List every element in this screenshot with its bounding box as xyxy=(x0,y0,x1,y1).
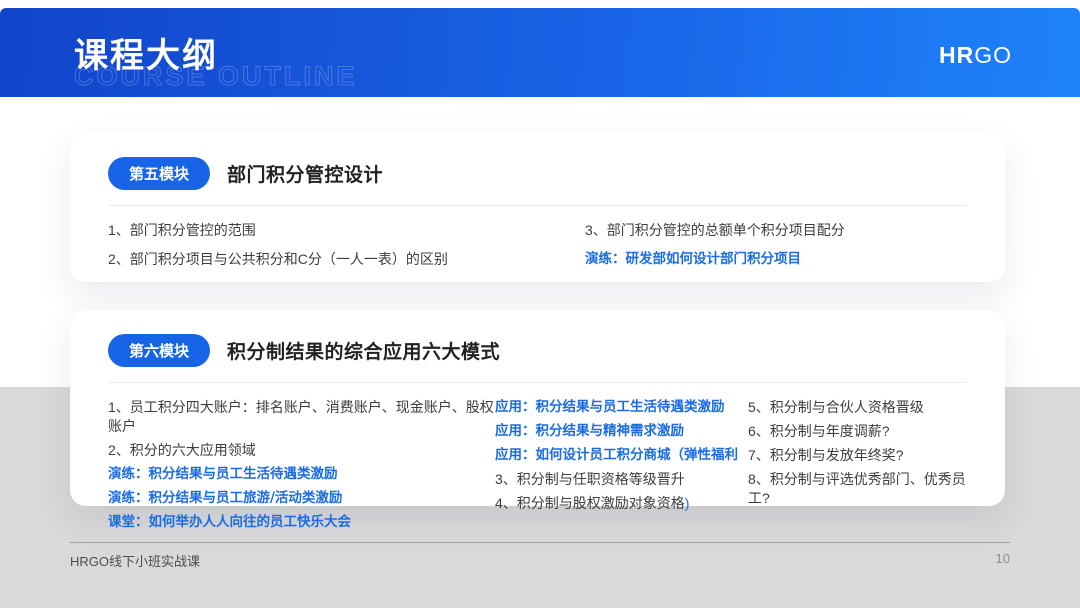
outline-item: 2、部门积分项目与公共积分和C分（一人一表）的区别 xyxy=(108,250,585,269)
footer-divider xyxy=(70,542,1010,543)
module-title: 积分制结果的综合应用六大模式 xyxy=(227,337,500,364)
logo-hr: HR xyxy=(939,42,974,68)
module-badge: 第六模块 xyxy=(108,334,210,367)
practice-note-item: 演练：积分结果与员工生活待遇类激励 xyxy=(108,465,495,484)
hrgo-logo: HRGO xyxy=(939,42,1012,69)
module-column-3: 5、积分制与合伙人资格晋级 6、积分制与年度调薪? 7、积分制与发放年终奖? 8、积分… xyxy=(748,398,967,537)
practice-note-item: 应用：如何设计员工积分商城（弹性福利 xyxy=(495,446,748,465)
footer-course-label: HRGO线下小班实战课 xyxy=(70,551,200,570)
outline-item: 7、积分制与发放年终奖? xyxy=(748,446,967,465)
module-column-1: 1、员工积分四大账户：排名账户、消费账户、现金账户、股权账户 2、积分的六大应用领… xyxy=(108,398,495,537)
module-badge: 第五模块 xyxy=(108,157,210,190)
outline-item: 4、积分制与股权激励对象资格) xyxy=(495,494,748,513)
module-columns: 1、员工积分四大账户：排名账户、消费账户、现金账户、股权账户 2、积分的六大应用领… xyxy=(108,398,967,537)
module-title: 部门积分管控设计 xyxy=(227,160,383,187)
page-number: 10 xyxy=(996,551,1010,566)
module-card-1: 第五模块部门积分管控设计 1、部门积分管控的范围 2、部门积分项目与公共积分和C分（… xyxy=(70,133,1005,282)
practice-note-item: 演练：研发部如何设计部门积分项目 xyxy=(585,250,967,269)
outline-item: 1、员工积分四大账户：排名账户、消费账户、现金账户、股权账户 xyxy=(108,398,495,436)
outline-item: 3、积分制与任职资格等级晋升 xyxy=(495,470,748,489)
module-card-header: 第六模块积分制结果的综合应用六大模式 xyxy=(108,334,967,367)
module-card-2: 第六模块积分制结果的综合应用六大模式 1、员工积分四大账户：排名账户、消费账户、现… xyxy=(70,310,1005,506)
logo-go: GO xyxy=(974,42,1012,68)
page-title: 课程大纲 xyxy=(74,28,218,77)
module-column-1: 1、部门积分管控的范围 2、部门积分项目与公共积分和C分（一人一表）的区别 xyxy=(108,221,585,279)
module-divider xyxy=(108,205,967,206)
outline-item: 6、积分制与年度调薪? xyxy=(748,422,967,441)
outline-item: 5、积分制与合伙人资格晋级 xyxy=(748,398,967,417)
module-divider xyxy=(108,382,967,383)
outline-item: 1、部门积分管控的范围 xyxy=(108,221,585,240)
module-card-header: 第五模块部门积分管控设计 xyxy=(108,157,967,190)
slide: COURSE OUTLINE 课程大纲 HRGO 第五模块部门积分管控设计 1、部… xyxy=(0,0,1080,608)
header-band: COURSE OUTLINE 课程大纲 HRGO xyxy=(0,8,1080,97)
module-columns: 1、部门积分管控的范围 2、部门积分项目与公共积分和C分（一人一表）的区别3、部门… xyxy=(108,221,967,279)
module-column-2: 3、部门积分管控的总额单个积分项目配分演练：研发部如何设计部门积分项目 xyxy=(585,221,967,279)
practice-note-item: 应用：积分结果与员工生活待遇类激励 xyxy=(495,398,748,417)
practice-note-item: 应用：积分结果与精神需求激励 xyxy=(495,422,748,441)
blue-paren-suffix: ) xyxy=(685,495,690,511)
outline-item: 3、部门积分管控的总额单个积分项目配分 xyxy=(585,221,967,240)
practice-note-item: 演练：积分结果与员工旅游/活动类激励 xyxy=(108,489,495,508)
outline-item: 8、积分制与评选优秀部门、优秀员工? xyxy=(748,470,967,508)
practice-note-item: 课堂：如何举办人人向往的员工快乐大会 xyxy=(108,513,495,532)
outline-item: 2、积分的六大应用领域 xyxy=(108,441,495,460)
module-column-2: 应用：积分结果与员工生活待遇类激励应用：积分结果与精神需求激励应用：如何设计员工… xyxy=(495,398,748,537)
